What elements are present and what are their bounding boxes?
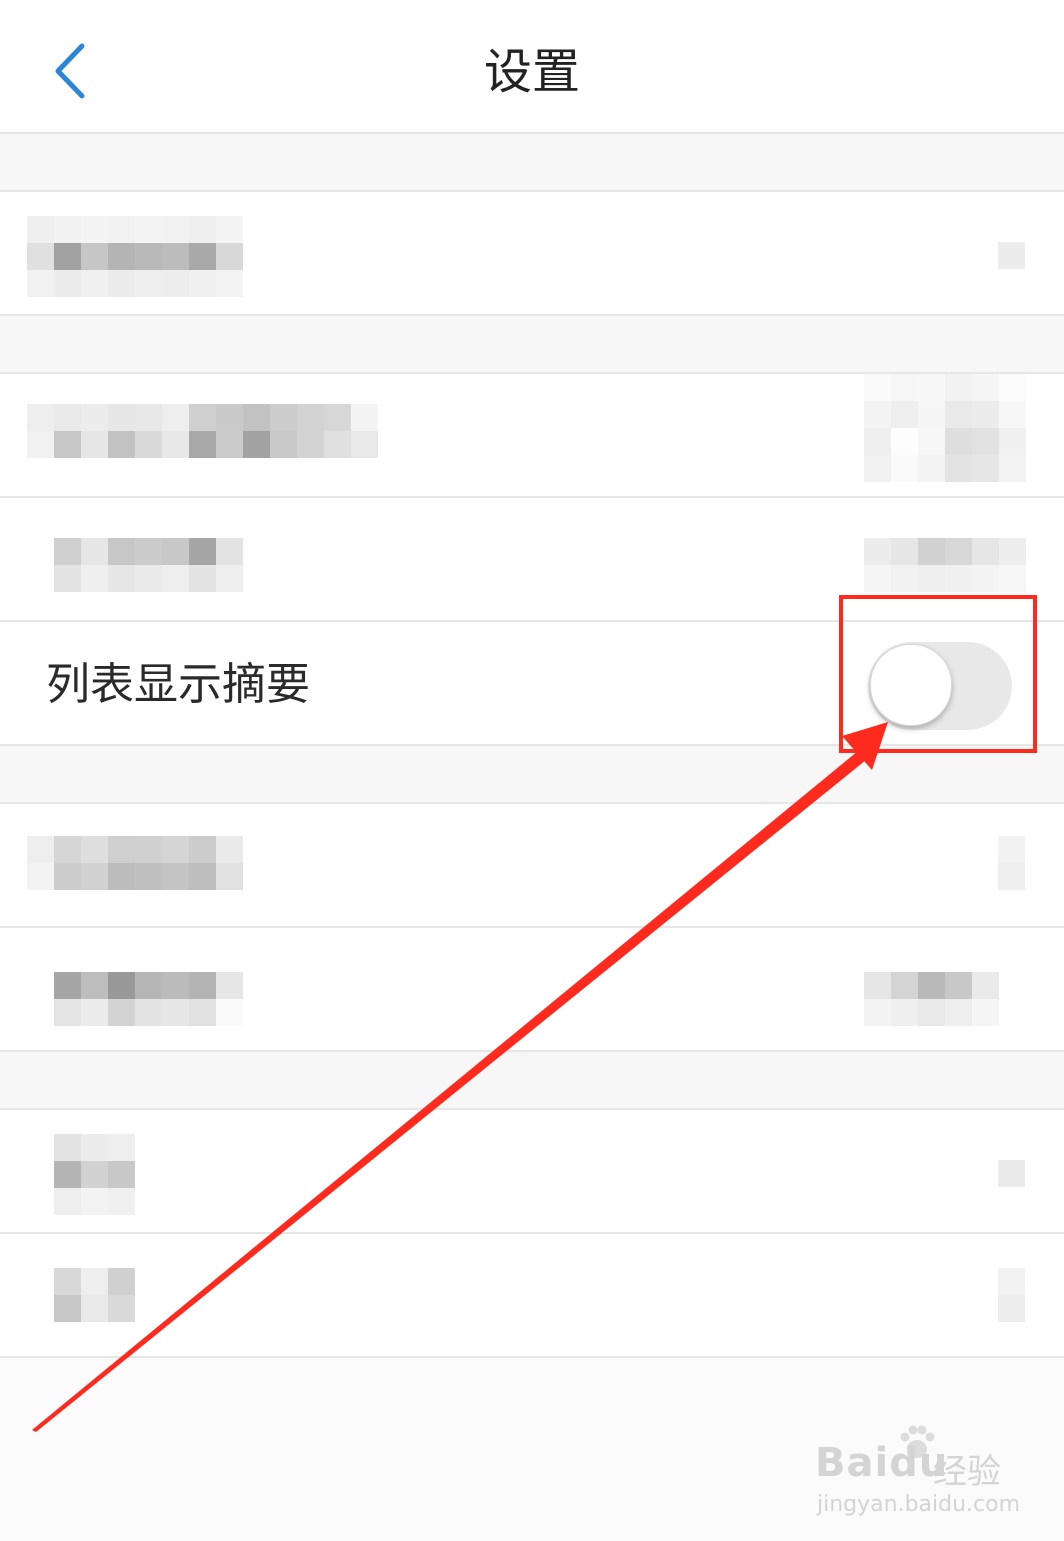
redacted-value [864, 538, 1026, 592]
settings-row-redacted-5[interactable] [0, 928, 1064, 1050]
section-gap [0, 134, 1064, 190]
redacted-value [864, 972, 999, 1026]
baidu-jingyan-watermark: Baidu 经验 jingyan.baidu.com [815, 1422, 1020, 1532]
settings-row-redacted-6[interactable] [0, 1110, 1064, 1232]
section-gap [0, 746, 1064, 802]
nav-header: 设置 [0, 0, 1064, 134]
redacted-value [864, 374, 1026, 482]
chevron-right-icon [998, 1268, 1025, 1322]
redacted-label [54, 1134, 135, 1215]
section-gap [0, 1052, 1064, 1108]
chevron-right-icon [998, 242, 1025, 269]
settings-row-redacted-7[interactable] [0, 1234, 1064, 1356]
chevron-right-icon [998, 1160, 1025, 1187]
watermark-logo: Baidu [815, 1440, 949, 1486]
settings-row-redacted-1[interactable] [0, 192, 1064, 314]
watermark-cn: 经验 [933, 1452, 1001, 1492]
divider [0, 1356, 1064, 1358]
settings-row-redacted-4[interactable] [0, 804, 1064, 926]
settings-row-redacted-2[interactable] [0, 374, 1064, 496]
redacted-label [54, 538, 243, 592]
redacted-label [27, 404, 378, 458]
watermark-url: jingyan.baidu.com [817, 1492, 1021, 1517]
section-gap [0, 316, 1064, 372]
page-title: 设置 [483, 44, 580, 100]
list-summary-label: 列表显示摘要 [46, 659, 310, 710]
annotation-highlight-box [839, 595, 1037, 753]
redacted-label [27, 836, 243, 890]
redacted-label [54, 972, 243, 1026]
redacted-label [54, 1268, 135, 1322]
redacted-label [27, 216, 243, 297]
chevron-right-icon [998, 836, 1025, 890]
